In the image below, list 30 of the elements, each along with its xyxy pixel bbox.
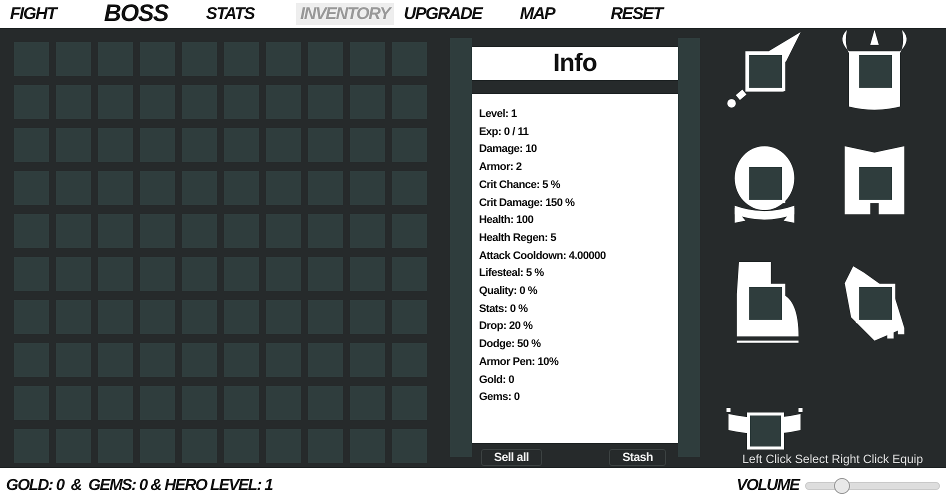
info-title: Info [472, 47, 678, 80]
stat-line: Health: 100 [479, 213, 534, 228]
nav-tab[interactable]: RESET [606, 3, 666, 25]
stat-line: Drop: 20 % [479, 319, 534, 334]
stat-line: Crit Chance: 5 % [479, 178, 562, 193]
stat-line: Lifesteal: 5 % [479, 266, 545, 282]
stat-line: Stats: 0 % [479, 302, 529, 317]
volume-label: VOLUME [736, 476, 799, 496]
stat-line: Level: 1 [479, 107, 518, 122]
stat-line: Armor: 2 [479, 160, 523, 176]
panel-button[interactable]: Sell all [481, 449, 542, 466]
status-text: GOLD: 0 & GEMS: 0 & HERO LEVEL: 1 [6, 476, 274, 496]
nav-tab[interactable]: BOSS [100, 3, 172, 25]
slider-thumb[interactable] [834, 478, 850, 494]
nav-tab[interactable]: MAP [516, 3, 559, 25]
panel-button[interactable]: Stash [609, 449, 666, 466]
nav-tab[interactable]: STATS [202, 3, 258, 25]
stat-line: Damage: 10 [479, 142, 538, 158]
stat-line: Armor Pen: 10% [479, 354, 560, 370]
nav-tab[interactable]: UPGRADE [400, 3, 486, 25]
stat-line: Crit Damage: 150 % [479, 196, 576, 211]
stat-line: Gems: 0 [479, 390, 521, 406]
stat-line: Dodge: 50 % [479, 337, 542, 352]
nav-tab[interactable]: FIGHT [6, 3, 60, 25]
stat-line: Gold: 0 [479, 372, 516, 388]
hint-text: Left Click Select Right Click Equip [741, 452, 924, 467]
stat-line: Quality: 0 % [479, 284, 538, 300]
stat-line: Attack Cooldown: 4.00000 [479, 248, 607, 264]
stat-line: Health Regen: 5 [479, 230, 558, 246]
stat-line: Exp: 0 / 11 [479, 124, 530, 140]
